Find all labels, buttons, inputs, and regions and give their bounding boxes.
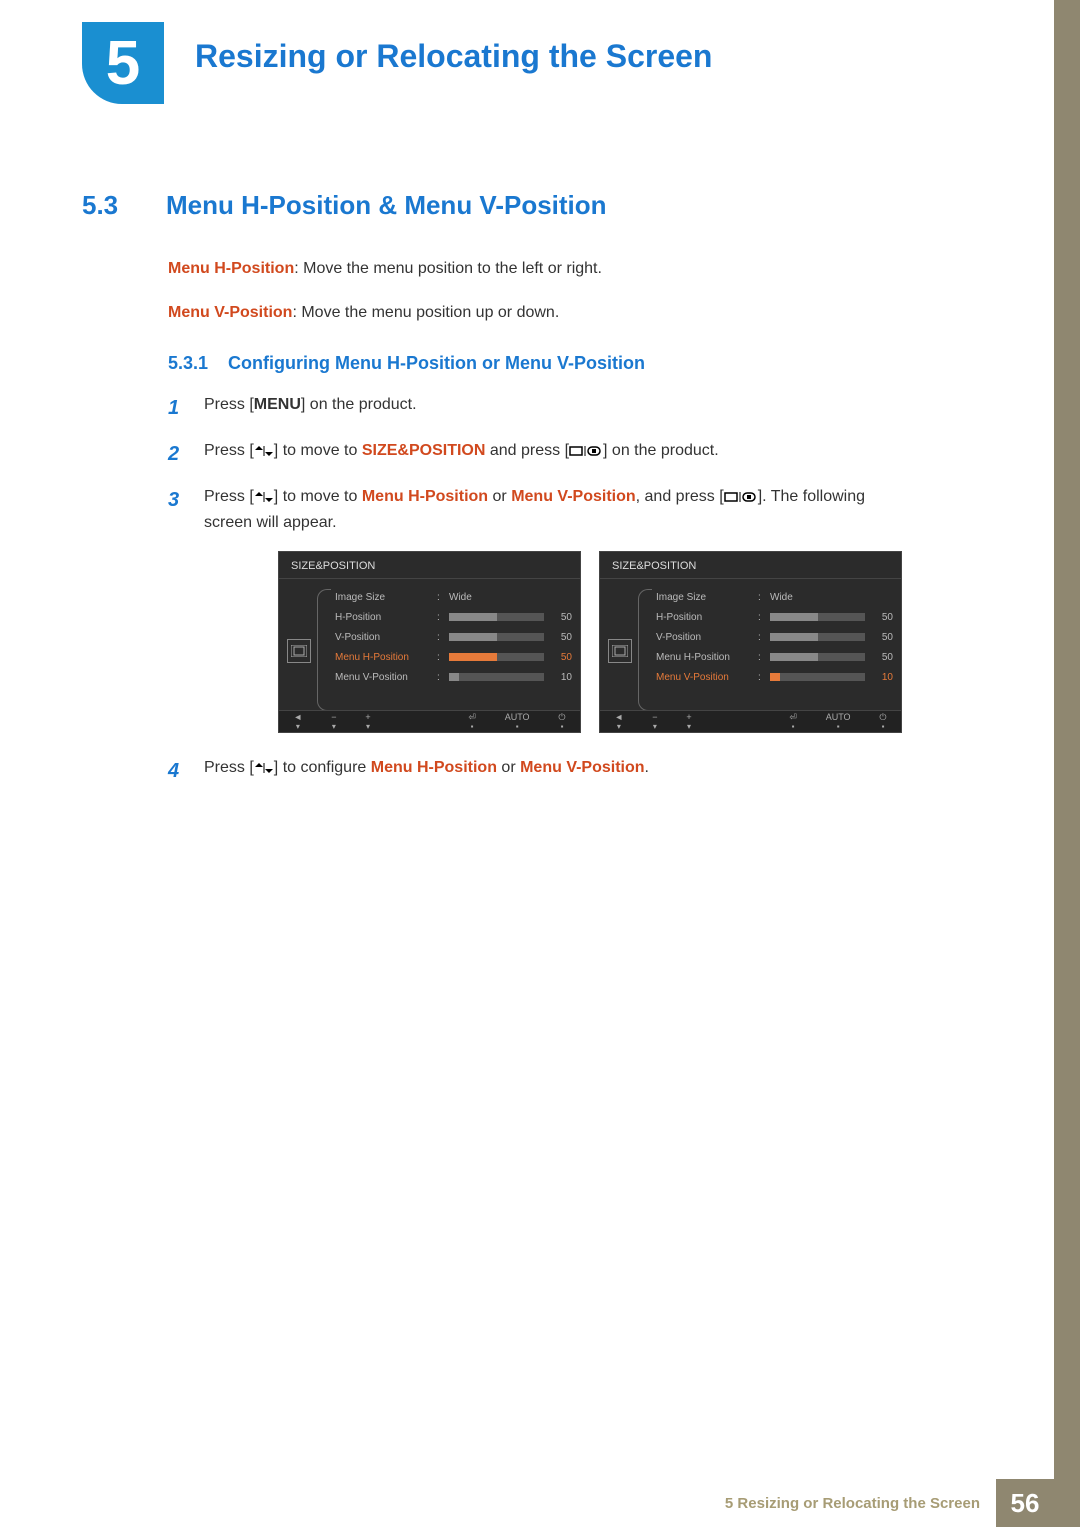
nav-left-icon: ◄▾ <box>293 713 302 731</box>
slider-bar <box>770 633 865 641</box>
up-down-icon <box>254 491 274 503</box>
step-number: 2 <box>168 438 186 470</box>
section-number: 5.3 <box>82 190 138 221</box>
step-body: Press [MENU] on the product. <box>204 392 902 424</box>
slider-bar <box>770 653 865 661</box>
osd-item-h-position: H-Position: 50 <box>656 607 893 627</box>
nav-auto-label: AUTO▪ <box>826 713 851 731</box>
step-3: 3 Press [] to move to Menu H-Position or… <box>168 484 902 535</box>
description-h-position: Menu H-Position: Move the menu position … <box>168 257 902 281</box>
subsection-title: Configuring Menu H-Position or Menu V-Po… <box>228 353 645 374</box>
source-enter-icon <box>724 490 758 504</box>
slider-bar <box>770 613 865 621</box>
subsection-number: 5.3.1 <box>168 353 208 374</box>
chapter-title: Resizing or Relocating the Screen <box>195 38 712 75</box>
section-heading: 5.3 Menu H-Position & Menu V-Position <box>82 190 902 221</box>
nav-power-icon: ⏻▪ <box>558 713 565 731</box>
step-1: 1 Press [MENU] on the product. <box>168 392 902 424</box>
step-number: 4 <box>168 755 186 787</box>
footer-chapter-label: 5 Resizing or Relocating the Screen <box>725 1495 996 1512</box>
side-accent-bar <box>1054 0 1080 1527</box>
osd-item-v-position: V-Position: 50 <box>656 627 893 647</box>
size-position-label: SIZE&POSITION <box>362 442 486 459</box>
page-number: 56 <box>996 1479 1054 1527</box>
slider-bar <box>449 673 544 681</box>
description-v-position: Menu V-Position: Move the menu position … <box>168 301 902 325</box>
osd-panel-menu-h: SIZE&POSITION Image Size:Wide H-Position… <box>278 551 581 733</box>
step-number: 1 <box>168 392 186 424</box>
step-4: 4 Press [] to configure Menu H-Position … <box>168 755 902 787</box>
osd-title: SIZE&POSITION <box>279 552 580 579</box>
nav-enter-icon: ⏎▪ <box>789 713 797 731</box>
step-2: 2 Press [] to move to SIZE&POSITION and … <box>168 438 902 470</box>
slider-bar <box>449 653 544 661</box>
subsection-heading: 5.3.1 Configuring Menu H-Position or Men… <box>168 353 902 374</box>
osd-item-menu-h-position: Menu H-Position: 50 <box>335 647 572 667</box>
chapter-number: 5 <box>106 28 140 99</box>
osd-item-image-size: Image Size:Wide <box>656 587 893 607</box>
section-title: Menu H-Position & Menu V-Position <box>166 190 607 221</box>
osd-bracket <box>638 589 652 711</box>
nav-minus-icon: −▾ <box>652 713 657 731</box>
osd-footer-nav: ◄▾ −▾ +▾ ⏎▪ AUTO▪ ⏻▪ <box>279 710 580 732</box>
nav-auto-label: AUTO▪ <box>505 713 530 731</box>
nav-enter-icon: ⏎▪ <box>468 713 476 731</box>
osd-item-menu-h-position: Menu H-Position: 50 <box>656 647 893 667</box>
slider-bar <box>770 673 865 681</box>
osd-screenshots: SIZE&POSITION Image Size:Wide H-Position… <box>278 551 902 733</box>
nav-plus-icon: +▾ <box>365 713 370 731</box>
step-body: Press [] to move to SIZE&POSITION and pr… <box>204 438 902 470</box>
osd-footer-nav: ◄▾ −▾ +▾ ⏎▪ AUTO▪ ⏻▪ <box>600 710 901 732</box>
slider-bar <box>449 613 544 621</box>
step-number: 3 <box>168 484 186 535</box>
size-position-icon <box>287 639 311 663</box>
nav-power-icon: ⏻▪ <box>879 713 886 731</box>
nav-plus-icon: +▾ <box>686 713 691 731</box>
nav-minus-icon: −▾ <box>331 713 336 731</box>
page-footer: 5 Resizing or Relocating the Screen 56 <box>725 1479 1054 1527</box>
osd-bracket <box>317 589 331 711</box>
step-body: Press [] to configure Menu H-Position or… <box>204 755 902 787</box>
term-menu-h-position: Menu H-Position <box>168 260 294 277</box>
step-body: Press [] to move to Menu H-Position or M… <box>204 484 902 535</box>
osd-item-list: Image Size:Wide H-Position: 50 V-Positio… <box>656 585 893 715</box>
up-down-icon <box>254 445 274 457</box>
osd-item-list: Image Size:Wide H-Position: 50 V-Positio… <box>335 585 572 715</box>
slider-bar <box>449 633 544 641</box>
up-down-icon <box>254 762 274 774</box>
osd-panel-menu-v: SIZE&POSITION Image Size:Wide H-Position… <box>599 551 902 733</box>
steps-list: 1 Press [MENU] on the product. 2 Press [… <box>168 392 902 787</box>
size-position-icon <box>608 639 632 663</box>
menu-button-label: MENU <box>254 396 301 413</box>
page-content: 5.3 Menu H-Position & Menu V-Position Me… <box>82 190 902 801</box>
nav-left-icon: ◄▾ <box>614 713 623 731</box>
term-menu-v-position: Menu V-Position <box>168 304 292 321</box>
chapter-number-tab: 5 <box>82 22 164 104</box>
osd-item-image-size: Image Size:Wide <box>335 587 572 607</box>
osd-item-v-position: V-Position: 50 <box>335 627 572 647</box>
osd-item-h-position: H-Position: 50 <box>335 607 572 627</box>
osd-item-menu-v-position: Menu V-Position: 10 <box>656 667 893 687</box>
osd-item-menu-v-position: Menu V-Position: 10 <box>335 667 572 687</box>
source-enter-icon <box>569 444 603 458</box>
osd-title: SIZE&POSITION <box>600 552 901 579</box>
